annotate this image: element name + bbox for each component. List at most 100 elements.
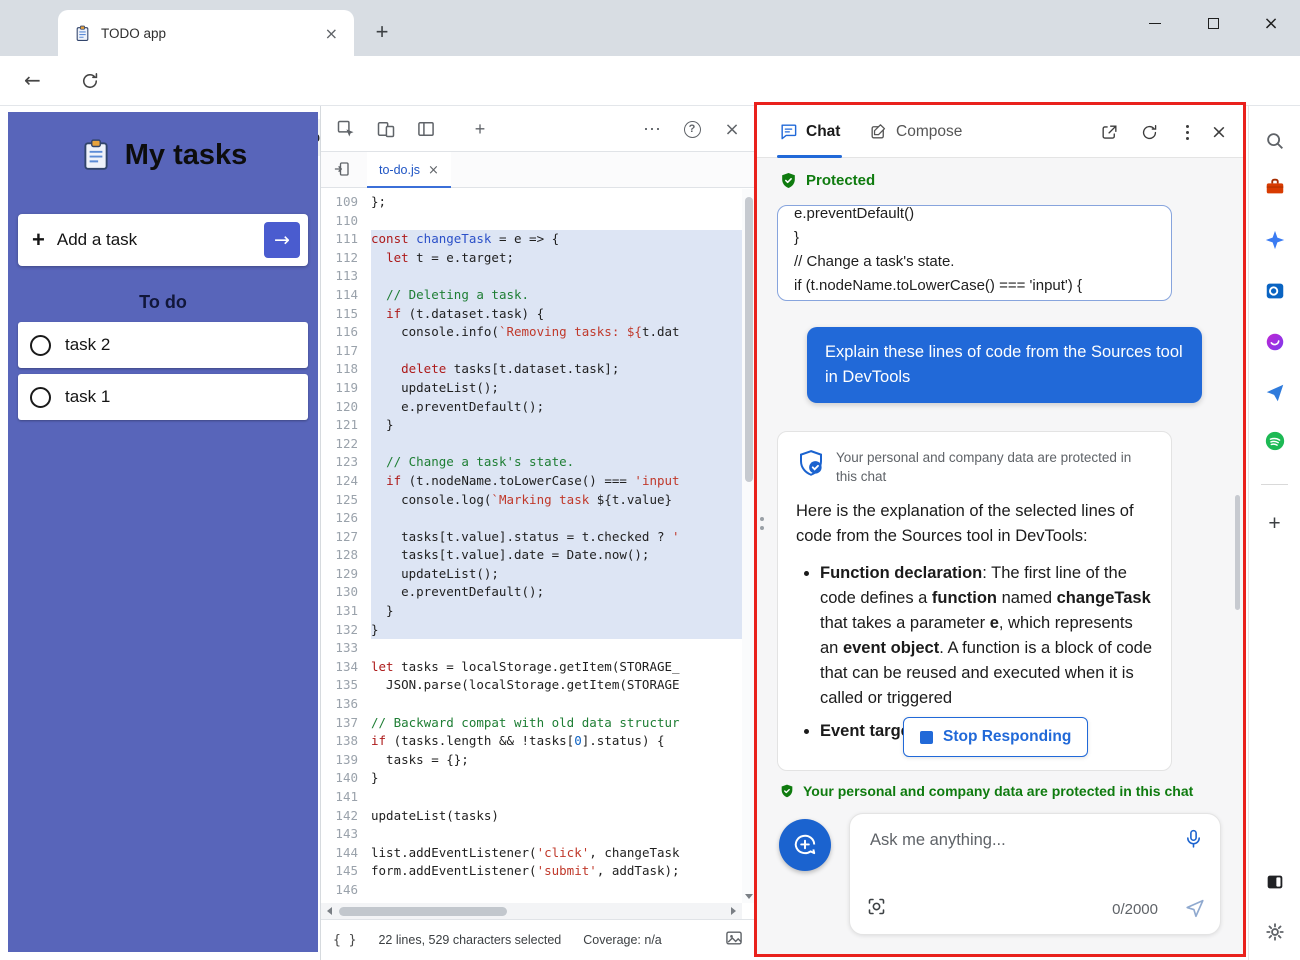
code-line[interactable]: 112 let t = e.target; [321, 249, 742, 268]
line-number[interactable]: 137 [321, 714, 371, 733]
line-number[interactable]: 114 [321, 286, 371, 305]
scroll-right-icon[interactable] [731, 907, 736, 915]
code-editor[interactable]: 109};110111const changeTask = e => {112 … [321, 189, 742, 903]
code-line[interactable]: 117 [321, 342, 742, 361]
line-number[interactable]: 122 [321, 435, 371, 454]
line-number[interactable]: 138 [321, 732, 371, 751]
horizontal-scrollbar-thumb[interactable] [339, 907, 507, 916]
code-line[interactable]: 136 [321, 695, 742, 714]
browser-tab[interactable]: TODO app × [58, 10, 354, 56]
tab-chat[interactable]: Chat [779, 105, 840, 158]
line-number[interactable]: 110 [321, 212, 371, 231]
line-number[interactable]: 118 [321, 360, 371, 379]
code-line[interactable]: 111const changeTask = e => { [321, 230, 742, 249]
code-line[interactable]: 133 [321, 639, 742, 658]
horizontal-scrollbar[interactable] [321, 903, 742, 919]
line-number[interactable]: 121 [321, 416, 371, 435]
screenshot-status-icon[interactable] [724, 928, 744, 953]
code-line[interactable]: 114 // Deleting a task. [321, 286, 742, 305]
dock-panel-icon[interactable] [415, 118, 437, 140]
close-copilot-icon[interactable]: × [1207, 120, 1231, 144]
code-line[interactable]: 132} [321, 621, 742, 640]
submit-task-button[interactable]: → [264, 222, 300, 258]
add-task-label[interactable]: Add a task [57, 230, 264, 250]
drop-kite-icon[interactable] [1261, 379, 1289, 407]
code-line[interactable]: 113 [321, 267, 742, 286]
refresh-icon[interactable] [80, 71, 100, 96]
code-line[interactable]: 135 JSON.parse(localStorage.getItem(STOR… [321, 676, 742, 695]
line-number[interactable]: 132 [321, 621, 371, 640]
scroll-down-icon[interactable] [745, 894, 753, 899]
code-line[interactable]: 126 [321, 509, 742, 528]
line-number[interactable]: 113 [321, 267, 371, 286]
code-line[interactable]: 109}; [321, 193, 742, 212]
copilot-sparkle-icon[interactable] [1261, 226, 1289, 254]
code-line[interactable]: 120 e.preventDefault(); [321, 398, 742, 417]
code-line[interactable]: 138if (tasks.length && !tasks[0].status)… [321, 732, 742, 751]
add-tab-icon[interactable]: + [469, 118, 491, 140]
code-line[interactable]: 140} [321, 769, 742, 788]
line-number[interactable]: 128 [321, 546, 371, 565]
code-line[interactable]: 145form.addEventListener('submit', addTa… [321, 862, 742, 881]
open-in-window-icon[interactable] [1097, 120, 1121, 144]
line-number[interactable]: 131 [321, 602, 371, 621]
line-number[interactable]: 115 [321, 305, 371, 324]
code-line[interactable]: 139 tasks = {}; [321, 751, 742, 770]
close-window-button[interactable]: × [1242, 0, 1300, 46]
line-number[interactable]: 120 [321, 398, 371, 417]
code-line[interactable]: 123 // Change a task's state. [321, 453, 742, 472]
line-number[interactable]: 127 [321, 528, 371, 547]
send-icon[interactable] [1184, 897, 1206, 924]
code-line[interactable]: 146 [321, 881, 742, 900]
chat-input[interactable] [868, 830, 1148, 851]
image-creator-icon[interactable] [1261, 328, 1289, 356]
code-line[interactable]: 144list.addEventListener('click', change… [321, 844, 742, 863]
line-number[interactable]: 141 [321, 788, 371, 807]
line-number[interactable]: 119 [321, 379, 371, 398]
maximize-button[interactable] [1184, 0, 1242, 46]
line-number[interactable]: 135 [321, 676, 371, 695]
file-tab-label[interactable]: to-do.js [379, 163, 420, 177]
code-line[interactable]: 142updateList(tasks) [321, 807, 742, 826]
code-line[interactable]: 124 if (t.nodeName.toLowerCase() === 'in… [321, 472, 742, 491]
more-options-icon[interactable]: ⋯ [641, 118, 663, 140]
code-line[interactable]: 127 tasks[t.value].status = t.checked ? … [321, 528, 742, 547]
line-number[interactable]: 129 [321, 565, 371, 584]
line-number[interactable]: 126 [321, 509, 371, 528]
copilot-scrollbar-thumb[interactable] [1235, 495, 1240, 610]
line-number[interactable]: 109 [321, 193, 371, 212]
add-task-field[interactable]: + Add a task → [18, 214, 308, 266]
line-number[interactable]: 136 [321, 695, 371, 714]
code-line[interactable]: 130 e.preventDefault(); [321, 583, 742, 602]
outlook-icon[interactable] [1261, 277, 1289, 305]
task-checkbox[interactable] [30, 335, 51, 356]
line-number[interactable]: 130 [321, 583, 371, 602]
line-number[interactable]: 117 [321, 342, 371, 361]
device-toolbar-icon[interactable] [375, 118, 397, 140]
new-topic-button[interactable] [779, 819, 831, 871]
task-item[interactable]: task 2 [18, 322, 308, 368]
code-line[interactable]: 125 console.log(`Marking task ${t.value} [321, 491, 742, 510]
line-number[interactable]: 143 [321, 825, 371, 844]
line-number[interactable]: 112 [321, 249, 371, 268]
line-number[interactable]: 144 [321, 844, 371, 863]
file-tab[interactable]: to-do.js × [367, 152, 451, 188]
line-number[interactable]: 139 [321, 751, 371, 770]
line-number[interactable]: 134 [321, 658, 371, 677]
vertical-scrollbar[interactable] [742, 189, 756, 903]
screenshot-capture-icon[interactable] [866, 896, 887, 922]
code-line[interactable]: 141 [321, 788, 742, 807]
toolbox-icon[interactable] [1261, 173, 1289, 201]
code-line[interactable]: 118 delete tasks[t.dataset.task]; [321, 360, 742, 379]
line-number[interactable]: 140 [321, 769, 371, 788]
code-line[interactable]: 122 [321, 435, 742, 454]
show-navigator-icon[interactable] [333, 160, 351, 183]
line-number[interactable]: 146 [321, 881, 371, 900]
code-line[interactable]: 115 if (t.dataset.task) { [321, 305, 742, 324]
line-number[interactable]: 142 [321, 807, 371, 826]
close-devtools-icon[interactable]: × [721, 118, 743, 140]
code-line[interactable]: 128 tasks[t.value].date = Date.now(); [321, 546, 742, 565]
help-icon[interactable]: ? [681, 118, 703, 140]
pretty-print-icon[interactable]: { } [333, 933, 356, 948]
line-number[interactable]: 133 [321, 639, 371, 658]
